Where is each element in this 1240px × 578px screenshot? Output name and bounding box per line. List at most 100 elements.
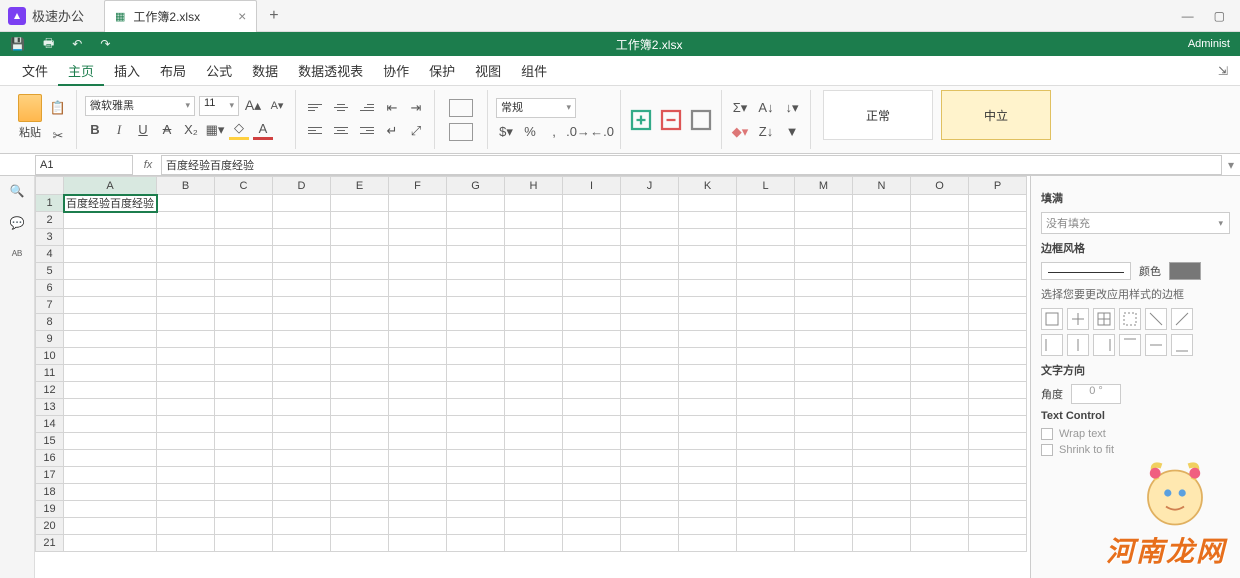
cell-P14[interactable] (969, 416, 1027, 433)
cell-C16[interactable] (215, 450, 273, 467)
cell-A10[interactable] (64, 348, 157, 365)
cell-E15[interactable] (331, 433, 389, 450)
cell-J20[interactable] (621, 518, 679, 535)
cell-B4[interactable] (157, 246, 215, 263)
cell-C8[interactable] (215, 314, 273, 331)
cell-H6[interactable] (505, 280, 563, 297)
cell-N2[interactable] (853, 212, 911, 229)
cell-L17[interactable] (737, 467, 795, 484)
row-header-19[interactable]: 19 (36, 501, 64, 518)
subscript-button[interactable]: X₂ (181, 120, 201, 140)
cell-E16[interactable] (331, 450, 389, 467)
cell-H9[interactable] (505, 331, 563, 348)
menu-home[interactable]: 主页 (58, 55, 104, 86)
col-header-O[interactable]: O (911, 177, 969, 195)
cell-H18[interactable] (505, 484, 563, 501)
cell-A19[interactable] (64, 501, 157, 518)
border-horiz-icon[interactable] (1145, 334, 1167, 356)
cell-B17[interactable] (157, 467, 215, 484)
menu-insert[interactable]: 插入 (104, 55, 150, 86)
cell-L18[interactable] (737, 484, 795, 501)
cell-O20[interactable] (911, 518, 969, 535)
align-bottom-icon[interactable] (356, 98, 378, 116)
cell-A21[interactable] (64, 535, 157, 552)
cell-B10[interactable] (157, 348, 215, 365)
search-icon[interactable]: 🔍 (10, 184, 25, 198)
col-header-B[interactable]: B (157, 177, 215, 195)
row-header-7[interactable]: 7 (36, 297, 64, 314)
cell-A16[interactable] (64, 450, 157, 467)
cell-I21[interactable] (563, 535, 621, 552)
border-diag-down-icon[interactable] (1145, 308, 1167, 330)
cell-E4[interactable] (331, 246, 389, 263)
border-inner-icon[interactable] (1067, 308, 1089, 330)
cell-L19[interactable] (737, 501, 795, 518)
clear-icon[interactable]: ◆▾ (730, 122, 750, 142)
cell-B20[interactable] (157, 518, 215, 535)
font-size-select[interactable]: 11 (199, 96, 239, 116)
cell-N18[interactable] (853, 484, 911, 501)
cell-C9[interactable] (215, 331, 273, 348)
border-left-icon[interactable] (1041, 334, 1063, 356)
cell-A4[interactable] (64, 246, 157, 263)
cell-G15[interactable] (447, 433, 505, 450)
cell-O9[interactable] (911, 331, 969, 348)
cell-H3[interactable] (505, 229, 563, 246)
redo-icon[interactable]: ↷ (100, 37, 110, 51)
cell-C1[interactable] (215, 195, 273, 212)
cell-B2[interactable] (157, 212, 215, 229)
cell-D14[interactable] (273, 416, 331, 433)
cell-H2[interactable] (505, 212, 563, 229)
cell-M14[interactable] (795, 416, 853, 433)
print-icon[interactable]: 🖶 (43, 34, 54, 55)
cell-E7[interactable] (331, 297, 389, 314)
menu-view[interactable]: 视图 (465, 55, 511, 86)
cell-B1[interactable] (157, 195, 215, 212)
cell-K9[interactable] (679, 331, 737, 348)
cell-N8[interactable] (853, 314, 911, 331)
shrink-fit-checkbox[interactable]: Shrink to fit (1041, 444, 1230, 456)
cell-D15[interactable] (273, 433, 331, 450)
cell-E10[interactable] (331, 348, 389, 365)
cell-K3[interactable] (679, 229, 737, 246)
save-icon[interactable]: 💾 (10, 37, 25, 51)
cell-P15[interactable] (969, 433, 1027, 450)
cell-M19[interactable] (795, 501, 853, 518)
cell-M11[interactable] (795, 365, 853, 382)
cell-M7[interactable] (795, 297, 853, 314)
cell-N19[interactable] (853, 501, 911, 518)
cell-J2[interactable] (621, 212, 679, 229)
cell-L16[interactable] (737, 450, 795, 467)
increase-font-icon[interactable]: A▴ (243, 96, 263, 116)
cell-D2[interactable] (273, 212, 331, 229)
cell-C2[interactable] (215, 212, 273, 229)
cell-C5[interactable] (215, 263, 273, 280)
cell-N16[interactable] (853, 450, 911, 467)
cell-B9[interactable] (157, 331, 215, 348)
cell-E18[interactable] (331, 484, 389, 501)
col-header-P[interactable]: P (969, 177, 1027, 195)
cell-K6[interactable] (679, 280, 737, 297)
cell-H17[interactable] (505, 467, 563, 484)
cell-C13[interactable] (215, 399, 273, 416)
cell-M20[interactable] (795, 518, 853, 535)
cell-L2[interactable] (737, 212, 795, 229)
cell-M18[interactable] (795, 484, 853, 501)
cell-style-neutral[interactable]: 中立 (941, 90, 1051, 140)
cell-N13[interactable] (853, 399, 911, 416)
cell-P9[interactable] (969, 331, 1027, 348)
cell-D7[interactable] (273, 297, 331, 314)
formula-expand-icon[interactable]: ▾ (1222, 158, 1240, 172)
cell-O5[interactable] (911, 263, 969, 280)
row-header-14[interactable]: 14 (36, 416, 64, 433)
cell-L9[interactable] (737, 331, 795, 348)
row-header-13[interactable]: 13 (36, 399, 64, 416)
cell-P20[interactable] (969, 518, 1027, 535)
border-none-icon[interactable] (1119, 308, 1141, 330)
cell-A14[interactable] (64, 416, 157, 433)
cell-O8[interactable] (911, 314, 969, 331)
border-right-icon[interactable] (1093, 334, 1115, 356)
wrap-text-checkbox[interactable]: Wrap text (1041, 428, 1230, 440)
cell-E9[interactable] (331, 331, 389, 348)
cell-H4[interactable] (505, 246, 563, 263)
